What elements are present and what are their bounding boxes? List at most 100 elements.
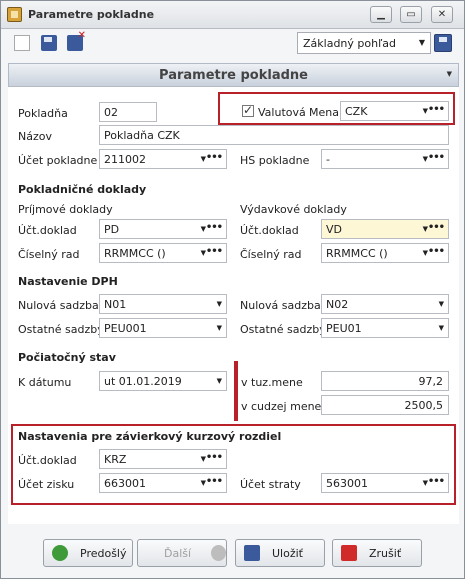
prev-button-label: Predošlý [80,546,127,560]
k-datumu-label: K dátumu [18,376,72,389]
strata-label: Účet straty [240,478,301,491]
more-icon[interactable]: ••• [206,152,223,163]
hs-pokladne-select[interactable]: - ▼ ••• [321,149,449,169]
pokladna-value: 02 [104,106,118,119]
ostatne-2-value: PEU01 [326,322,362,335]
title-bar: Parametre pokladne ▁ ▭ ✕ [1,1,464,29]
cudzej-mene-value: 2500,5 [404,399,444,412]
more-icon[interactable]: ••• [428,222,445,233]
nulova-1-label: Nulová sadzba [18,299,99,312]
vydaj-doklad-label: Účt.doklad [240,224,299,237]
app-icon [7,7,22,22]
nazov-input[interactable]: Pokladňa CZK [99,125,449,145]
zav-doklad-select[interactable]: KRZ ▼ ••• [99,449,227,469]
zisk-value: 663001 [104,477,146,490]
mena-select[interactable]: CZK ▼ ••• [340,101,449,121]
save-icon[interactable] [41,35,57,51]
mena-value: CZK [345,105,368,118]
window-title: Parametre pokladne [28,8,155,21]
close-icon: ✕ [437,8,447,20]
new-document-icon[interactable] [14,35,30,51]
vydavkove-label: Výdavkové doklady [240,203,347,216]
vydaj-rad-select[interactable]: RRMMCC () ▼ ••• [321,243,449,263]
tuz-mene-label: v tuz.mene [241,376,303,389]
zavierka-section-title: Nastavenia pre závierkový kurzový rozdie… [18,430,282,443]
vydaj-rad-value: RRMMCC () [326,247,388,260]
nulova-2-select[interactable]: N02 ▼ [321,294,449,314]
pokladna-input[interactable]: 02 [99,102,157,122]
zisk-select[interactable]: 663001 ▼ ••• [99,473,227,493]
prijem-rad-label: Číselný rad [18,248,80,261]
close-button[interactable]: ✕ [431,6,453,23]
prijem-rad-select[interactable]: RRMMCC () ▼ ••• [99,243,227,263]
prijem-doklad-value: PD [104,223,120,236]
save-button[interactable]: Uložiť [235,539,325,567]
vydaj-doklad-select[interactable]: VD ▼ ••• [321,219,449,239]
prijem-rad-value: RRMMCC () [104,247,166,260]
prev-button[interactable]: Predošlý [43,539,133,567]
chevron-down-icon: ▼ [438,300,444,308]
view-select[interactable]: Základný pohľad ▼ [297,32,431,54]
next-button[interactable]: Ďalší [137,539,227,567]
highlight-box-balances [234,361,238,421]
cancel-button[interactable]: Zrušiť [332,539,422,567]
more-icon[interactable]: ••• [428,152,445,163]
collapse-icon: ▼ [446,70,452,78]
ucet-pokladne-select[interactable]: 211002 ▼ ••• [99,149,227,169]
more-icon[interactable]: ••• [206,222,223,233]
nazov-value: Pokladňa CZK [104,129,180,142]
tuz-mene-input[interactable]: 97,2 [321,371,449,391]
save-close-icon[interactable] [67,30,86,51]
cudzej-mene-input[interactable]: 2500,5 [321,395,449,415]
k-datumu-select[interactable]: ut 01.01.2019 ▼ [99,371,227,391]
strata-value: 563001 [326,477,368,490]
ostatne-2-select[interactable]: PEU01 ▼ [321,318,449,338]
more-icon[interactable]: ••• [428,476,445,487]
chevron-down-icon: ▼ [216,377,222,385]
ostatne-2-label: Ostatné sadzby [240,323,326,336]
page-title: Parametre pokladne [159,68,308,83]
nulova-2-value: N02 [326,298,349,311]
hs-pokladne-value: - [326,153,330,166]
minimize-button[interactable]: ▁ [370,6,392,23]
next-button-label: Ďalší [164,546,192,560]
ucet-pokladne-label: Účet pokladne [18,154,98,167]
arrow-right-icon [211,545,226,561]
strata-select[interactable]: 563001 ▼ ••• [321,473,449,493]
more-icon[interactable]: ••• [428,246,445,257]
ostatne-1-value: PEU001 [104,322,147,335]
header-band[interactable]: Parametre pokladne ▼ [8,63,459,87]
more-icon[interactable]: ••• [428,104,445,115]
maximize-button[interactable]: ▭ [400,6,422,23]
nulova-2-label: Nulová sadzba [240,299,321,312]
valutova-checkbox[interactable]: ✓ [242,103,254,117]
ostatne-1-label: Ostatné sadzby [18,323,104,336]
tuz-mene-value: 97,2 [418,375,444,388]
zav-doklad-label: Účt.doklad [18,454,77,467]
dph-section-title: Nastavenie DPH [18,275,118,288]
vydaj-rad-label: Číselný rad [240,248,302,261]
view-select-value: Základný pohľad [303,37,396,50]
prijmove-label: Príjmové doklady [18,203,113,216]
chevron-down-icon: ▼ [216,324,222,332]
chevron-down-icon: ▼ [438,324,444,332]
ucet-pokladne-value: 211002 [104,153,146,166]
pokladna-label: Pokladňa [18,107,68,120]
zisk-label: Účet zisku [18,478,75,491]
hs-pokladne-label: HS pokladne [240,154,310,167]
save-view-icon[interactable] [434,34,452,52]
ostatne-1-select[interactable]: PEU001 ▼ [99,318,227,338]
nazov-label: Názov [18,130,52,143]
window: Parametre pokladne ▁ ▭ ✕ Základný pohľad… [0,0,465,579]
more-icon[interactable]: ••• [206,246,223,257]
pociatocny-section-title: Počiatočný stav [18,351,116,364]
arrow-left-icon [52,545,68,561]
more-icon[interactable]: ••• [206,476,223,487]
valutova-label: Valutová [258,106,306,119]
prijem-doklad-label: Účt.doklad [18,224,77,237]
more-icon[interactable]: ••• [206,452,223,463]
nulova-1-select[interactable]: N01 ▼ [99,294,227,314]
prijem-doklad-select[interactable]: PD ▼ ••• [99,219,227,239]
cudzej-mene-label: v cudzej mene [241,400,322,413]
cancel-icon [341,545,357,561]
